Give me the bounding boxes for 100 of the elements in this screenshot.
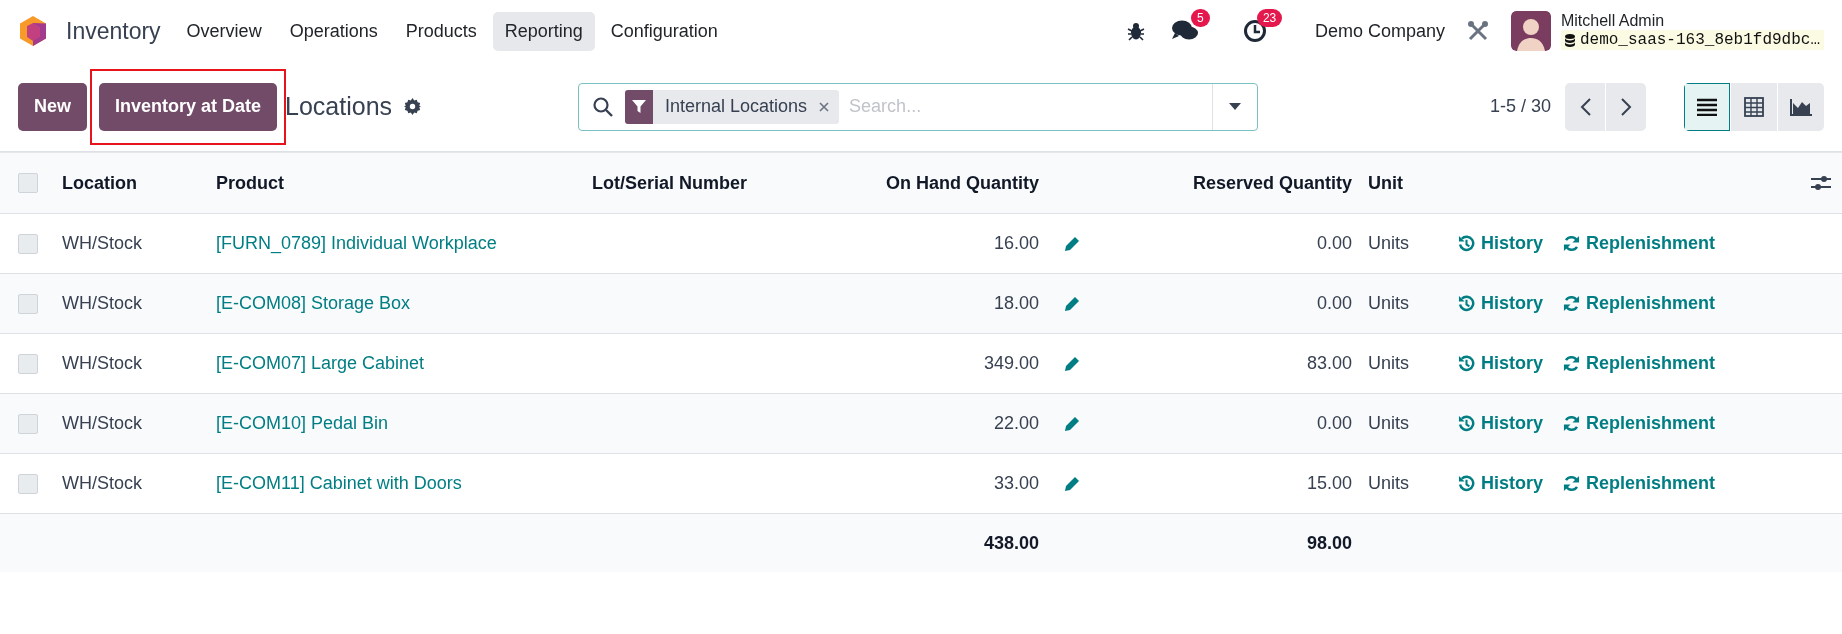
- search-field[interactable]: Internal Locations Search...: [578, 82, 1258, 131]
- history-icon: [1458, 475, 1475, 492]
- pencil-icon[interactable]: [1063, 474, 1081, 493]
- table-cell-text: Units: [1367, 413, 1410, 434]
- product-link[interactable]: [E-COM11] Cabinet with Doors: [208, 473, 584, 494]
- history-button[interactable]: History: [1458, 413, 1543, 434]
- tools-icon[interactable]: [1466, 20, 1489, 42]
- table-cell-text: WH/Stock: [61, 413, 143, 434]
- caret-icon[interactable]: [1229, 103, 1241, 110]
- row-checkbox[interactable]: [18, 353, 38, 374]
- company-name[interactable]: Demo Company: [1314, 20, 1445, 42]
- action-button[interactable]: New: [18, 82, 87, 131]
- menu-item[interactable]: Reporting: [492, 11, 595, 51]
- table-cell-text: 0.00: [1315, 233, 1353, 254]
- search-input[interactable]: Search...: [847, 95, 1212, 118]
- history-icon: [1458, 415, 1475, 432]
- table-cell-text: 0.00: [1315, 413, 1353, 434]
- view-switch-button[interactable]: [1731, 82, 1777, 131]
- app-name[interactable]: Inventory: [66, 17, 161, 45]
- pencil-icon[interactable]: [1063, 294, 1081, 313]
- view-switch-button[interactable]: [1778, 82, 1824, 131]
- refresh-icon: [1563, 235, 1580, 252]
- action-button[interactable]: Inventory at Date: [99, 82, 278, 131]
- view-switch-button[interactable]: [1684, 82, 1730, 131]
- menu-item[interactable]: Operations: [277, 11, 390, 51]
- menu-item[interactable]: Overview: [174, 11, 274, 51]
- table-grid-icon: [1744, 96, 1764, 117]
- table-cell-text: Units: [1367, 353, 1410, 374]
- close-icon[interactable]: [819, 101, 830, 112]
- replenishment-button[interactable]: Replenishment: [1563, 473, 1716, 494]
- product-link[interactable]: [E-COM07] Large Cabinet: [208, 353, 584, 374]
- previous-page-button[interactable]: [1565, 82, 1605, 131]
- table-cell-text: 15.00: [1305, 473, 1353, 494]
- table-cell-text: WH/Stock: [61, 293, 143, 314]
- product-link[interactable]: [FURN_0789] Individual Workplace: [208, 233, 584, 254]
- column-header[interactable]: Lot/Serial Number: [584, 172, 784, 194]
- table-cell-text: WH/Stock: [61, 353, 143, 374]
- history-button[interactable]: History: [1458, 293, 1543, 314]
- chevron-left-icon: [1579, 97, 1591, 116]
- table-cell-text: Units: [1367, 293, 1410, 314]
- activity-count-badge: 23: [1256, 9, 1283, 27]
- refresh-icon: [1563, 355, 1580, 372]
- pager-value[interactable]: 1-5 / 30: [1489, 96, 1551, 117]
- list-view-icon: [1696, 97, 1718, 116]
- table-cell-text: WH/Stock: [61, 233, 143, 254]
- bug-icon[interactable]: [1126, 21, 1145, 41]
- row-checkbox[interactable]: [18, 173, 38, 193]
- refresh-icon: [1563, 475, 1580, 492]
- message-count-badge: 5: [1190, 9, 1210, 27]
- database-icon: [1564, 33, 1575, 47]
- settings-icon[interactable]: [404, 98, 422, 115]
- avatar-icon[interactable]: [1510, 11, 1551, 51]
- refresh-icon: [1563, 415, 1580, 432]
- row-checkbox[interactable]: [18, 293, 38, 314]
- app-logo-icon[interactable]: [18, 15, 48, 47]
- table-cell-text: Units: [1367, 473, 1410, 494]
- row-checkbox[interactable]: [18, 233, 38, 254]
- table-cell-text: Units: [1367, 233, 1410, 254]
- history-button[interactable]: History: [1458, 353, 1543, 374]
- menu-item[interactable]: Products: [393, 11, 489, 51]
- replenishment-button[interactable]: Replenishment: [1563, 293, 1716, 314]
- column-header[interactable]: On Hand Quantity: [784, 172, 1047, 194]
- pencil-icon[interactable]: [1063, 234, 1081, 253]
- row-checkbox[interactable]: [18, 473, 38, 494]
- replenishment-button[interactable]: Replenishment: [1563, 353, 1716, 374]
- pencil-icon[interactable]: [1063, 354, 1081, 373]
- pencil-icon[interactable]: [1063, 414, 1081, 433]
- replenishment-button[interactable]: Replenishment: [1563, 233, 1716, 254]
- product-link[interactable]: [E-COM10] Pedal Bin: [208, 413, 584, 434]
- replenishment-button[interactable]: Replenishment: [1563, 413, 1716, 434]
- history-icon: [1458, 235, 1475, 252]
- table-cell-text: 18.00: [992, 293, 1040, 314]
- next-page-button[interactable]: [1606, 82, 1646, 131]
- sliders-icon[interactable]: [1811, 174, 1831, 192]
- product-link[interactable]: [E-COM08] Storage Box: [208, 293, 584, 314]
- history-icon: [1458, 295, 1475, 312]
- table-cell-text: WH/Stock: [61, 473, 143, 494]
- history-button[interactable]: History: [1458, 473, 1543, 494]
- table-cell-text: 83.00: [1305, 353, 1353, 374]
- user-name[interactable]: Mitchell Admin: [1560, 12, 1824, 30]
- total-value: 438.00: [982, 532, 1040, 554]
- table-cell-text: 349.00: [982, 353, 1040, 374]
- table-cell-text: 22.00: [992, 413, 1040, 434]
- history-icon: [1458, 355, 1475, 372]
- column-header[interactable]: Reserved Quantity: [1097, 172, 1360, 194]
- facet-label: Internal Locations: [664, 96, 809, 117]
- area-chart-icon: [1790, 97, 1812, 116]
- menu-item[interactable]: Configuration: [598, 11, 730, 51]
- total-value: 98.00: [1305, 532, 1353, 554]
- column-header[interactable]: Unit: [1360, 172, 1436, 194]
- row-checkbox[interactable]: [18, 413, 38, 434]
- filter-facet[interactable]: Internal Locations: [625, 89, 840, 124]
- filter-icon: [632, 99, 646, 114]
- table-cell-text: 33.00: [992, 473, 1040, 494]
- table-cell-text: 16.00: [992, 233, 1040, 254]
- column-header[interactable]: Product: [208, 172, 584, 194]
- table-cell-text: 0.00: [1315, 293, 1353, 314]
- database-label: demo_saas-163_8eb1fd9dbc…: [1579, 31, 1820, 49]
- column-header[interactable]: Location: [54, 172, 208, 194]
- history-button[interactable]: History: [1458, 233, 1543, 254]
